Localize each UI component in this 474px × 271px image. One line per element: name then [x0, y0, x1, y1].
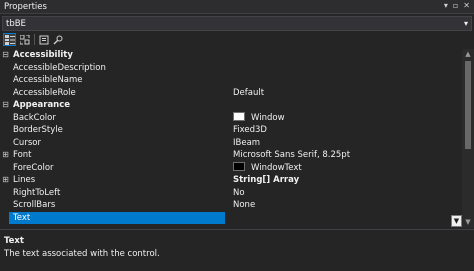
property-value-text: Default	[233, 87, 265, 98]
chevron-down-icon[interactable]: ▾	[464, 19, 468, 28]
property-value[interactable]: Microsoft Sans Serif, 8.25pt	[233, 149, 461, 162]
window-menu-icon[interactable]: ▾	[444, 1, 448, 10]
property-value-text: String[] Array	[233, 175, 300, 185]
category-row[interactable]: ⊟ Accessibility	[0, 49, 462, 62]
property-value-text: Microsoft Sans Serif, 8.25pt	[233, 150, 351, 160]
property-row[interactable]: AccessibleName	[0, 74, 462, 87]
property-value[interactable]: WindowText	[233, 161, 461, 175]
collapse-icon[interactable]: ⊟	[2, 49, 9, 62]
expand-icon[interactable]: ⊞	[2, 174, 9, 187]
property-value[interactable]: Default	[233, 87, 461, 100]
property-name: BorderStyle	[13, 125, 63, 135]
property-row[interactable]: ⊞ Lines String[] Array	[0, 174, 462, 187]
property-name: ForeColor	[13, 162, 54, 173]
properties-button[interactable]	[37, 33, 50, 46]
property-value[interactable]: Fixed3D	[233, 124, 461, 137]
property-name: AccessibleName	[13, 75, 83, 85]
property-row[interactable]: ⊞ Font Microsoft Sans Serif, 8.25pt	[0, 149, 462, 162]
scroll-up-icon[interactable]: ▲	[462, 49, 474, 60]
close-icon[interactable]: ✕	[463, 1, 470, 10]
property-row[interactable]: ScrollBars None	[0, 199, 462, 212]
categorized-icon	[4, 34, 15, 45]
property-name: Text	[9, 211, 225, 224]
scrollbar-thumb[interactable]	[465, 61, 471, 149]
property-row[interactable]: AccessibleRole Default	[0, 87, 462, 100]
property-value-text: Fixed3D	[233, 125, 267, 135]
property-value[interactable]: No	[233, 187, 461, 200]
pin-icon[interactable]: ▫	[453, 1, 458, 10]
property-row[interactable]: ForeColor WindowText	[0, 161, 462, 175]
scroll-down-icon[interactable]: ▼	[462, 217, 474, 228]
alphabetical-icon	[19, 34, 29, 44]
events-button[interactable]	[51, 33, 64, 46]
property-name: BackColor	[13, 112, 56, 123]
property-value-text: None	[233, 200, 256, 210]
categorized-button[interactable]	[3, 33, 16, 46]
events-icon	[53, 35, 62, 44]
property-row[interactable]: BorderStyle Fixed3D	[0, 124, 462, 137]
object-selector-value: tbBE	[6, 19, 26, 29]
toolbar-separator	[34, 34, 35, 45]
vertical-scrollbar[interactable]: ▲ ▼	[462, 49, 474, 228]
description-pane: Text The text associated with the contro…	[0, 229, 474, 271]
description-title: Text	[4, 236, 24, 246]
property-value[interactable]: Window	[233, 111, 461, 125]
title-bar-buttons: ▾ ▫ ✕	[444, 1, 470, 10]
color-swatch	[233, 161, 245, 171]
property-row[interactable]: Text	[0, 211, 462, 224]
property-name: Font	[13, 150, 32, 160]
property-row[interactable]: Cursor IBeam	[0, 137, 462, 150]
property-name: AccessibleRole	[13, 87, 76, 98]
property-name: RightToLeft	[13, 187, 61, 198]
collapse-icon[interactable]: ⊟	[2, 99, 9, 112]
property-name: ScrollBars	[13, 200, 56, 210]
property-row[interactable]: BackColor Window	[0, 111, 462, 125]
properties-toolbar	[0, 32, 474, 47]
window-title: Properties	[4, 2, 47, 12]
property-name: AccessibleDescription	[13, 62, 106, 73]
value-dropdown-button[interactable]: ▼	[451, 215, 462, 227]
property-row[interactable]: RightToLeft No	[0, 187, 462, 200]
property-value[interactable]: IBeam	[233, 137, 461, 150]
property-value-text: No	[233, 187, 245, 198]
property-row[interactable]: AccessibleDescription	[0, 62, 462, 75]
category-row[interactable]: ⊟ Appearance	[0, 99, 462, 112]
title-bar: Properties ▾ ▫ ✕	[0, 0, 474, 14]
property-value[interactable]: None	[233, 199, 461, 212]
category-name: Accessibility	[13, 50, 73, 60]
alphabetical-button[interactable]	[18, 33, 31, 46]
description-text: The text associated with the control.	[4, 249, 160, 259]
property-value-text: IBeam	[233, 137, 261, 148]
property-grid: ⊟ Accessibility AccessibleDescription Acces…	[0, 49, 462, 228]
property-value-text: Window	[251, 112, 285, 123]
category-name: Appearance	[13, 100, 71, 110]
property-value-text: WindowText	[251, 162, 302, 173]
properties-icon	[39, 35, 48, 44]
object-selector[interactable]: tbBE ▾	[2, 16, 472, 31]
property-name: Lines	[13, 175, 36, 185]
expand-icon[interactable]: ⊞	[2, 149, 9, 162]
color-swatch	[233, 111, 245, 121]
property-name: Cursor	[13, 137, 41, 148]
property-value[interactable]: String[] Array	[233, 174, 461, 187]
